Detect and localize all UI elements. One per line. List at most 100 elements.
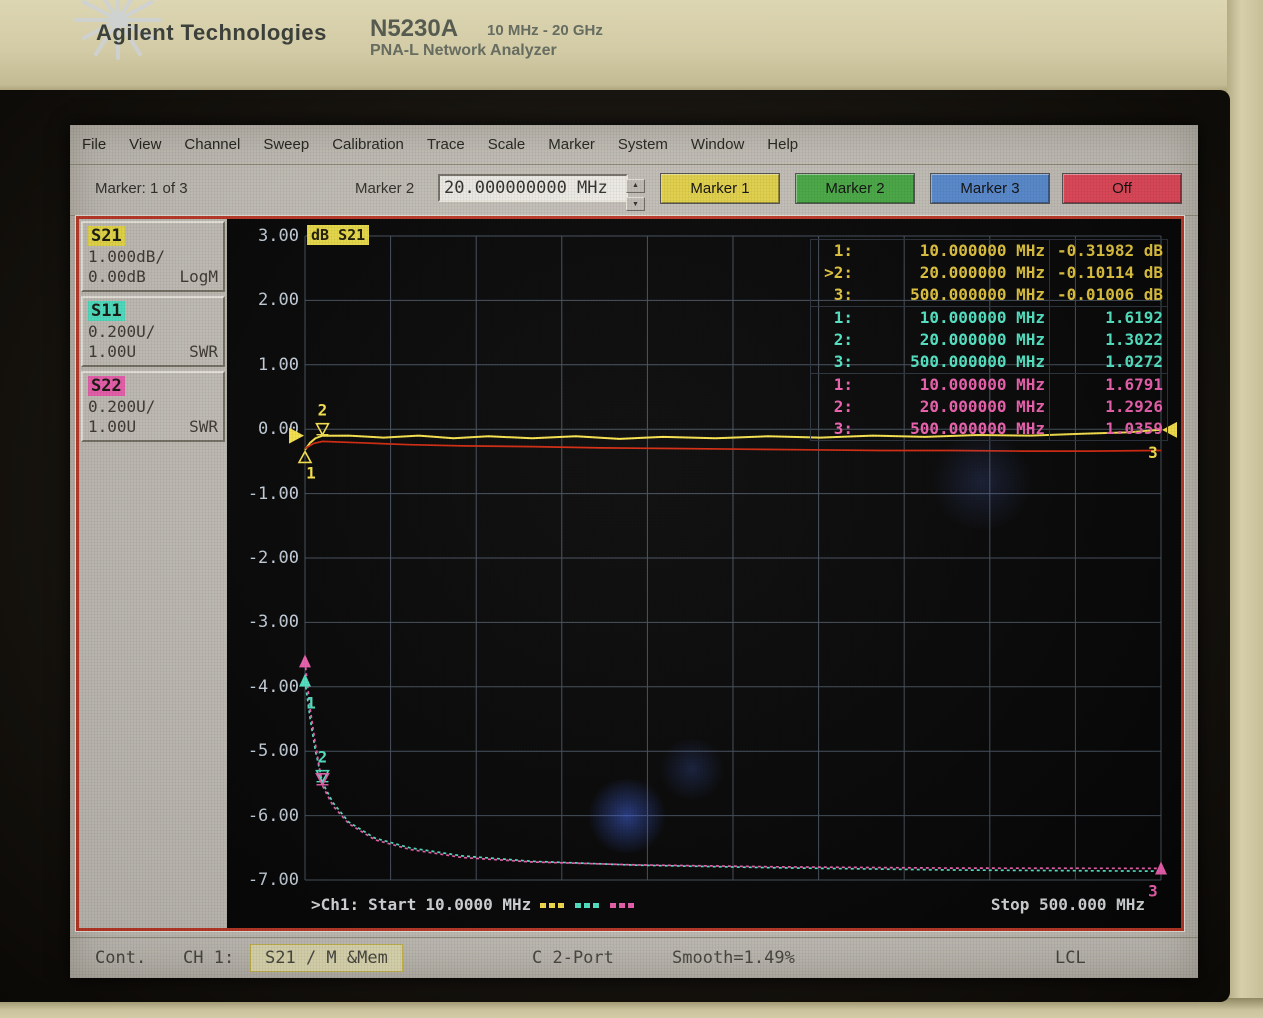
spin-down-button[interactable]: ▼ — [626, 197, 645, 211]
trace-status-s22[interactable]: S220.200U/SWR1.00U — [81, 371, 225, 442]
y-axis-tick: 3.00 — [231, 226, 299, 246]
readout-frequency: 500.000000 MHz — [857, 284, 1049, 306]
menu-help[interactable]: Help — [767, 136, 798, 153]
readout-frequency: 10.000000 MHz — [857, 307, 1049, 329]
readout-index: >2: — [811, 262, 857, 284]
brand-name: Agilent Technologies — [96, 20, 327, 46]
marker-number-label: 1 — [306, 694, 316, 713]
trace-status-sidebar: S211.000dB/LogM0.00dBS110.200U/SWR1.00US… — [79, 219, 227, 928]
trace-id-chip: S21 — [88, 226, 125, 246]
marker-status-text: Marker: 1 of 3 — [95, 180, 188, 197]
start-label: Start — [368, 895, 416, 914]
trace-ref-line: LogM0.00dB — [88, 267, 218, 286]
readout-index: 2: — [811, 396, 857, 418]
y-axis-tick: -5.00 — [231, 741, 299, 761]
frequency-range: 10 MHz - 20 GHz — [487, 22, 603, 39]
s22-trace-legend-dash — [610, 903, 636, 908]
readout-value: -0.31982 dB — [1049, 240, 1167, 262]
status-cont: Cont. — [95, 948, 146, 968]
y-axis-tick: 1.00 — [231, 355, 299, 375]
trace-scale: 0.200U/ — [88, 397, 218, 416]
menu-bar: File View Channel Sweep Calibration Trace Scal… — [70, 125, 1198, 165]
trace-status-s11[interactable]: S110.200U/SWR1.00U — [81, 296, 225, 367]
readout-value: 1.6192 — [1049, 307, 1167, 329]
trace-id-chip: S22 — [88, 376, 125, 396]
status-lcl: LCL — [1055, 948, 1086, 968]
marker-readout-table: 1:10.000000 MHz-0.31982 dB>2:20.000000 M… — [810, 239, 1168, 441]
y-axis-tick: -3.00 — [231, 612, 299, 632]
menu-scale[interactable]: Scale — [488, 136, 526, 153]
front-panel-top: Agilent Technologies N5230A 10 MHz - 20 … — [0, 0, 1263, 92]
readout-value: 1.0272 — [1049, 351, 1167, 373]
trace-format: LogM — [179, 267, 218, 286]
channel1-window: S211.000dB/LogM0.00dBS110.200U/SWR1.00US… — [75, 215, 1185, 932]
readout-frequency: 10.000000 MHz — [857, 374, 1049, 396]
y-axis-tick: -4.00 — [231, 677, 299, 697]
s21-trace-legend-dash — [540, 903, 566, 908]
model-number: N5230A — [370, 15, 458, 43]
readout-frequency: 500.000000 MHz — [857, 418, 1049, 440]
trace-status-s21[interactable]: S211.000dB/LogM0.00dB — [81, 221, 225, 292]
readout-index: 3: — [811, 284, 857, 306]
menu-channel[interactable]: Channel — [184, 136, 240, 153]
off-button[interactable]: Off — [1062, 173, 1182, 204]
y-axis-tick: 0.00 — [231, 419, 299, 439]
menu-sweep[interactable]: Sweep — [263, 136, 309, 153]
readout-frequency: 20.000000 MHz — [857, 396, 1049, 418]
y-axis-tick: -2.00 — [231, 548, 299, 568]
readout-value: 1.2926 — [1049, 396, 1167, 418]
marker-symbol-s22 — [299, 654, 311, 667]
status-smooth-1-49: Smooth=1.49% — [672, 948, 795, 968]
marker-1-button[interactable]: Marker 1 — [660, 173, 780, 204]
status-ch-1: CH 1: — [183, 948, 234, 968]
front-panel-right — [1227, 0, 1263, 1018]
status-s21-m-mem: S21 / M &Mem — [250, 944, 403, 972]
y-axis-tick: 2.00 — [231, 290, 299, 310]
lcd-screen: File View Channel Sweep Calibration Trace Scal… — [70, 125, 1198, 978]
spin-up-button[interactable]: ▲ — [626, 179, 645, 193]
trace-id-chip: S11 — [88, 301, 125, 321]
readout-value: -0.10114 dB — [1049, 262, 1167, 284]
readout-index: 1: — [811, 374, 857, 396]
s11-trace-legend-dash — [575, 903, 601, 908]
marker-2-button[interactable]: Marker 2 — [795, 173, 915, 204]
start-value: 10.0000 MHz — [425, 895, 531, 914]
readout-group: 1:10.000000 MHz-0.31982 dB>2:20.000000 M… — [810, 239, 1168, 306]
marker-number-label: 2 — [318, 401, 328, 420]
marker-number-label: 2 — [318, 748, 328, 767]
trace-format: SWR — [189, 342, 218, 361]
marker2-frequency-input[interactable] — [438, 174, 628, 202]
trace-ref-line: SWR1.00U — [88, 417, 218, 436]
readout-value: -0.01006 dB — [1049, 284, 1167, 306]
menu-system[interactable]: System — [618, 136, 668, 153]
readout-index: 1: — [811, 307, 857, 329]
readout-frequency: 20.000000 MHz — [857, 262, 1049, 284]
readout-value: 1.6791 — [1049, 374, 1167, 396]
screen-bezel: File View Channel Sweep Calibration Trace Scal… — [0, 90, 1230, 1002]
marker-1-s11 — [299, 674, 311, 687]
readout-group: 1:10.000000 MHz1.6791 2:20.000000 MHz1.29… — [810, 373, 1168, 441]
menu-window[interactable]: Window — [691, 136, 744, 153]
y-axis-tick: -7.00 — [231, 870, 299, 890]
plot-area: dB S21 3.002.001.000.00-1.00-2.00-3.00-4… — [227, 219, 1181, 928]
marker-3-button[interactable]: Marker 3 — [930, 173, 1050, 204]
readout-index: 3: — [811, 351, 857, 373]
readout-group: 1:10.000000 MHz1.6192 2:20.000000 MHz1.30… — [810, 306, 1168, 373]
menu-calibration[interactable]: Calibration — [332, 136, 404, 153]
readout-value: 1.0359 — [1049, 418, 1167, 440]
readout-index: 2: — [811, 329, 857, 351]
trace-scale: 1.000dB/ — [88, 247, 218, 266]
trace-scale: 0.200U/ — [88, 322, 218, 341]
readout-value: 1.3022 — [1049, 329, 1167, 351]
menu-marker[interactable]: Marker — [548, 136, 595, 153]
trace-format: SWR — [189, 417, 218, 436]
menu-view[interactable]: View — [129, 136, 161, 153]
y-axis-tick: -1.00 — [231, 484, 299, 504]
readout-frequency: 20.000000 MHz — [857, 329, 1049, 351]
menu-file[interactable]: File — [82, 136, 106, 153]
menu-trace[interactable]: Trace — [427, 136, 465, 153]
stop-label: Stop — [991, 895, 1030, 914]
marker-number-label: 1 — [306, 463, 316, 482]
product-name: PNA-L Network Analyzer — [370, 42, 557, 60]
marker2-field-label: Marker 2 — [355, 180, 414, 197]
